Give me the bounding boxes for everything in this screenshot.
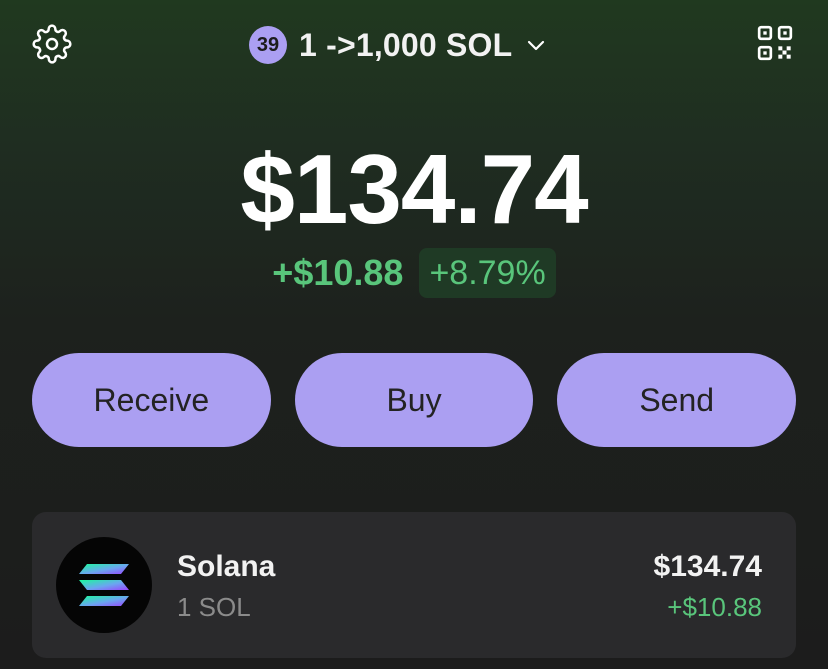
- settings-button[interactable]: [30, 24, 74, 68]
- token-change: +$10.88: [667, 592, 762, 622]
- action-buttons: Receive Buy Send: [32, 353, 797, 447]
- receive-button[interactable]: Receive: [32, 353, 271, 447]
- qr-code-icon: [755, 23, 795, 68]
- gear-icon: [32, 24, 72, 69]
- token-name: Solana: [177, 550, 276, 583]
- top-bar: 39 1 ->1,000 SOL: [0, 0, 828, 92]
- token-value: $134.74: [653, 550, 762, 583]
- chevron-down-icon: [524, 33, 548, 57]
- token-quantity: 1 SOL: [177, 592, 251, 622]
- total-balance: $134.74: [240, 134, 588, 244]
- qr-scan-button[interactable]: [752, 22, 798, 68]
- balance-change-amount: +$10.88: [272, 252, 404, 293]
- balance-change-row: +$10.88 +8.79%: [0, 248, 828, 298]
- account-avatar-badge: 39: [249, 26, 287, 64]
- token-row-solana[interactable]: Solana 1 SOL $134.74 +$10.88: [32, 512, 796, 658]
- account-switcher[interactable]: 39 1 ->1,000 SOL: [249, 24, 548, 66]
- solana-logo-icon: [56, 537, 152, 633]
- buy-button[interactable]: Buy: [294, 353, 534, 447]
- balance-change-percent-badge: +8.79%: [419, 248, 556, 298]
- send-button[interactable]: Send: [557, 353, 797, 447]
- account-name: 1 ->1,000 SOL: [299, 26, 513, 63]
